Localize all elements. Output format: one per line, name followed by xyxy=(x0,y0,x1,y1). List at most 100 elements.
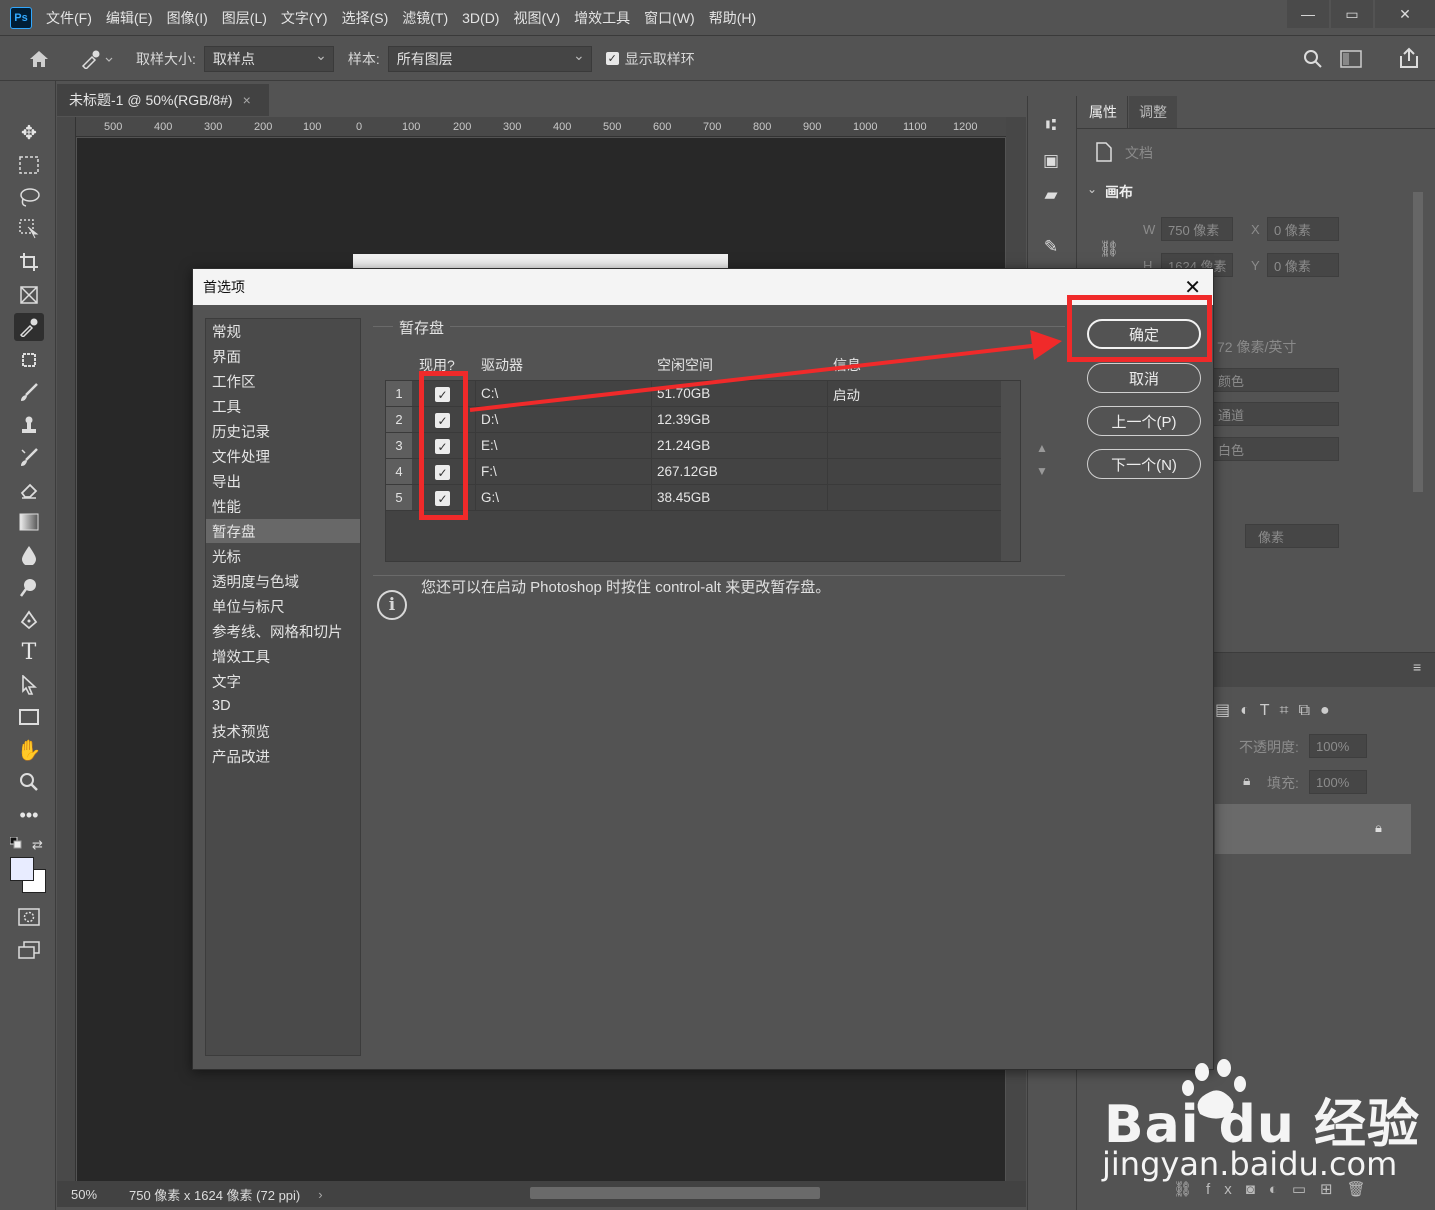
nav-item-scratch-disks[interactable]: 暂存盘 xyxy=(206,519,360,543)
y-field[interactable]: 0 像素 xyxy=(1267,253,1339,277)
maximize-button[interactable]: ▭ xyxy=(1331,0,1373,28)
nav-item-guides-grid[interactable]: 参考线、网格和切片 xyxy=(206,619,360,643)
nav-item-3d[interactable]: 3D xyxy=(206,694,360,718)
menu-image[interactable]: 图像(I) xyxy=(167,8,208,28)
panel-scrollbar[interactable] xyxy=(1413,192,1423,492)
zoom-tool-icon[interactable] xyxy=(14,768,44,796)
default-colors-icon[interactable] xyxy=(9,836,22,849)
nav-item-transparency[interactable]: 透明度与色域 xyxy=(206,569,360,593)
nav-item-type[interactable]: 文字 xyxy=(206,669,360,693)
quick-mask-icon[interactable] xyxy=(14,903,44,931)
rectangle-tool-icon[interactable] xyxy=(14,703,44,731)
eyedropper-tool-icon[interactable] xyxy=(14,313,44,341)
swap-colors-icon[interactable]: ⇄ xyxy=(32,837,43,853)
sample-size-select[interactable]: 取样点 xyxy=(203,45,334,72)
panel-menu-icon[interactable]: ≡ xyxy=(1413,659,1421,675)
lock-all-icon[interactable]: 🔒︎ xyxy=(1243,772,1250,789)
lasso-tool-icon[interactable] xyxy=(14,183,44,211)
opacity-field[interactable]: 100% xyxy=(1309,734,1367,758)
table-scrollbar[interactable] xyxy=(1001,381,1020,561)
table-row[interactable]: 4 ✓ F:\ 267.12GB xyxy=(386,459,1001,485)
nav-item-history[interactable]: 历史记录 xyxy=(206,419,360,443)
nav-item-file-handling[interactable]: 文件处理 xyxy=(206,444,360,468)
horizontal-scroll-thumb[interactable] xyxy=(530,1187,820,1199)
close-window-button[interactable]: ✕ xyxy=(1375,0,1435,28)
table-row[interactable]: 2 ✓ D:\ 12.39GB xyxy=(386,407,1001,433)
unit-select[interactable]: 像素 xyxy=(1245,524,1339,548)
document-tab[interactable]: 未标题-1 @ 50%(RGB/8#) × xyxy=(57,84,269,116)
menu-layer[interactable]: 图层(L) xyxy=(222,8,267,28)
nav-item-workspace[interactable]: 工作区 xyxy=(206,369,360,393)
nav-item-plugins[interactable]: 增效工具 xyxy=(206,644,360,668)
menu-edit[interactable]: 编辑(E) xyxy=(106,8,153,28)
close-tab-icon[interactable]: × xyxy=(243,92,251,108)
menu-select[interactable]: 选择(S) xyxy=(342,8,389,28)
menu-type[interactable]: 文字(Y) xyxy=(281,8,328,28)
dodge-tool-icon[interactable] xyxy=(14,573,44,601)
cancel-button[interactable]: 取消 xyxy=(1087,363,1201,393)
nav-item-export[interactable]: 导出 xyxy=(206,469,360,493)
menu-window[interactable]: 窗口(W) xyxy=(644,8,695,28)
stamp-tool-icon[interactable] xyxy=(14,411,44,439)
nav-item-performance[interactable]: 性能 xyxy=(206,494,360,518)
menu-help[interactable]: 帮助(H) xyxy=(709,8,756,28)
plugins-panel-icon[interactable]: ▣ xyxy=(1038,148,1064,174)
brush-settings-icon[interactable]: ✎ xyxy=(1038,234,1064,260)
brush-tool-icon[interactable] xyxy=(14,378,44,406)
object-selection-tool-icon[interactable] xyxy=(14,215,44,243)
eyedropper-tool-preset-icon[interactable] xyxy=(80,49,114,69)
screen-mode-icon[interactable] xyxy=(14,936,44,964)
bit-depth-select[interactable]: 通道 xyxy=(1211,402,1339,426)
link-icon[interactable]: ⛓ xyxy=(1099,239,1119,259)
gradient-tool-icon[interactable] xyxy=(14,508,44,536)
layer-filter-icons[interactable]: ▤◐T⌗⧉● xyxy=(1215,700,1340,720)
nav-item-units-rulers[interactable]: 单位与标尺 xyxy=(206,594,360,618)
move-tool-icon[interactable]: ✥ xyxy=(14,119,44,147)
move-down-icon[interactable]: ▼ xyxy=(1036,464,1048,478)
x-field[interactable]: 0 像素 xyxy=(1267,217,1339,241)
type-tool-icon[interactable]: T xyxy=(14,638,44,666)
comments-panel-icon[interactable]: ▰ xyxy=(1038,182,1064,208)
eraser-tool-icon[interactable] xyxy=(14,476,44,504)
tab-adjustments[interactable]: 调整 xyxy=(1129,96,1177,128)
menu-3d[interactable]: 3D(D) xyxy=(462,10,499,26)
previous-button[interactable]: 上一个(P) xyxy=(1087,406,1201,436)
tab-properties[interactable]: 属性 xyxy=(1079,96,1128,128)
sample-select[interactable]: 所有图层 xyxy=(387,45,592,72)
search-icon[interactable] xyxy=(1303,49,1323,69)
nav-item-general[interactable]: 常规 xyxy=(206,319,360,343)
menu-filter[interactable]: 滤镜(T) xyxy=(402,8,448,28)
move-up-icon[interactable]: ▲ xyxy=(1036,441,1048,455)
history-panel-icon[interactable]: ⑆ xyxy=(1038,112,1064,138)
path-selection-tool-icon[interactable] xyxy=(14,671,44,699)
nav-item-product-improvement[interactable]: 产品改进 xyxy=(206,744,360,768)
fill-field[interactable]: 100% xyxy=(1309,770,1367,794)
frame-tool-icon[interactable] xyxy=(14,281,44,309)
share-icon[interactable] xyxy=(1398,47,1420,69)
crop-tool-icon[interactable] xyxy=(14,248,44,276)
menu-plugins[interactable]: 增效工具 xyxy=(574,8,630,28)
color-mode-select[interactable]: 颜色 xyxy=(1211,368,1339,392)
menu-view[interactable]: 视图(V) xyxy=(513,8,560,28)
table-row[interactable]: 3 ✓ E:\ 21.24GB xyxy=(386,433,1001,459)
width-field[interactable]: 750 像素 xyxy=(1161,217,1233,241)
blur-tool-icon[interactable] xyxy=(14,541,44,569)
zoom-level[interactable]: 50% xyxy=(71,1187,129,1202)
hand-tool-icon[interactable]: ✋ xyxy=(14,736,44,764)
table-row[interactable]: 5 ✓ G:\ 38.45GB xyxy=(386,485,1001,511)
background-select[interactable]: 白色 xyxy=(1211,437,1339,461)
document-info[interactable]: 750 像素 x 1624 像素 (72 ppi) xyxy=(129,1185,300,1204)
table-row[interactable]: 1 ✓ C:\ 51.70GB 启动 xyxy=(386,381,1001,407)
history-brush-tool-icon[interactable] xyxy=(14,443,44,471)
nav-item-tools[interactable]: 工具 xyxy=(206,394,360,418)
photoshop-logo-icon[interactable]: Ps xyxy=(10,6,32,29)
status-chevron-icon[interactable]: › xyxy=(318,1187,322,1202)
next-button[interactable]: 下一个(N) xyxy=(1087,449,1201,479)
foreground-color-swatch[interactable] xyxy=(10,857,34,881)
nav-item-interface[interactable]: 界面 xyxy=(206,344,360,368)
menu-file[interactable]: 文件(F) xyxy=(46,8,92,28)
marquee-tool-icon[interactable] xyxy=(14,151,44,179)
chevron-down-icon[interactable]: ⌄ xyxy=(1087,182,1097,196)
home-icon[interactable] xyxy=(28,49,50,69)
more-tools-icon[interactable]: ••• xyxy=(14,801,44,829)
